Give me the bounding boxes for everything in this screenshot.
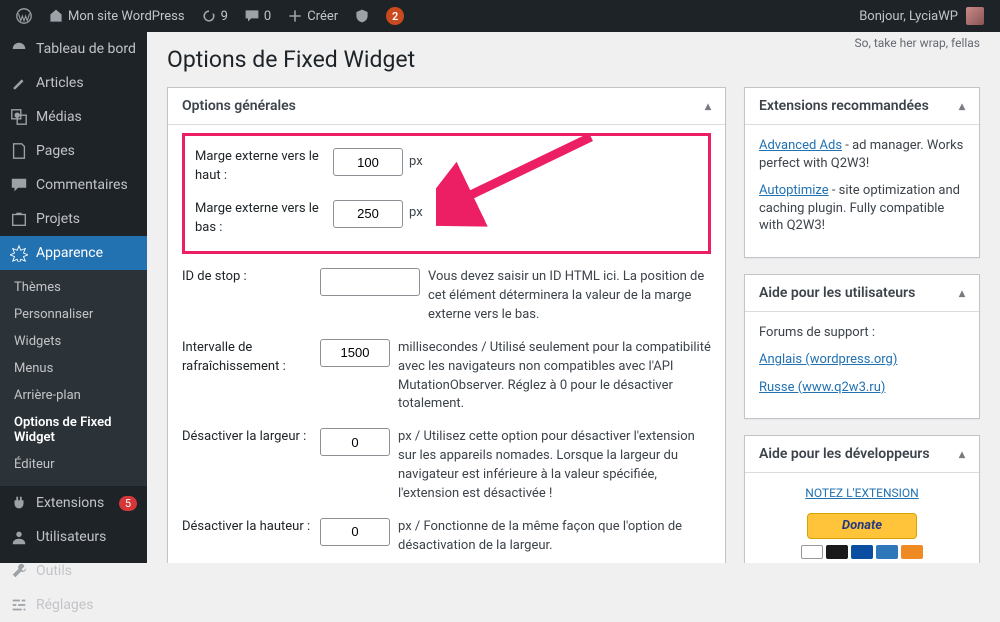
- desc-refresh-interval: millisecondes / Utilisé seulement pour l…: [398, 339, 711, 414]
- desc-stop-id: Vous devez saisir un ID HTML ici. La pos…: [428, 268, 711, 325]
- label-disable-width: Désactiver la largeur :: [182, 428, 312, 447]
- unit-px: px: [409, 153, 423, 172]
- menu-comments[interactable]: Commentaires: [0, 168, 147, 202]
- input-margin-bottom[interactable]: [333, 200, 403, 228]
- submenu-themes[interactable]: Thèmes: [0, 274, 147, 301]
- desc-disable-height: px / Fonctionne de la même façon que l'o…: [398, 518, 711, 556]
- menu-media[interactable]: Médias: [0, 100, 147, 134]
- desc-disable-width: px / Utilisez cette option pour désactiv…: [398, 428, 711, 503]
- menu-users[interactable]: Utilisateurs: [0, 520, 147, 554]
- menu-plugins[interactable]: Extensions5: [0, 486, 147, 520]
- link-advanced-ads[interactable]: Advanced Ads: [759, 138, 842, 153]
- link-rate-extension[interactable]: NOTEZ L'EXTENSION: [805, 486, 918, 500]
- submenu-customize[interactable]: Personnaliser: [0, 301, 147, 328]
- comments[interactable]: 0: [236, 0, 279, 32]
- link-autoptimize[interactable]: Autoptimize: [759, 183, 829, 198]
- box-general-options: Options générales▴ Marge externe vers le…: [167, 87, 726, 563]
- link-forum-en[interactable]: Anglais (wordpress.org): [759, 352, 897, 367]
- menu-settings[interactable]: Réglages: [0, 588, 147, 622]
- label-support-forums: Forums de support :: [759, 324, 965, 342]
- submenu-background[interactable]: Arrière-plan: [0, 382, 147, 409]
- box-recommended-header[interactable]: Extensions recommandées▴: [745, 88, 979, 125]
- wp-logo[interactable]: [8, 0, 40, 32]
- box-user-help-header[interactable]: Aide pour les utilisateurs▴: [745, 275, 979, 312]
- input-disable-height[interactable]: [320, 518, 390, 546]
- avatar: [966, 7, 984, 25]
- collapse-icon[interactable]: ▴: [705, 99, 711, 113]
- notifications[interactable]: 2: [378, 0, 412, 32]
- menu-pages[interactable]: Pages: [0, 134, 147, 168]
- new-content[interactable]: Créer: [279, 0, 346, 32]
- submenu-widgets[interactable]: Widgets: [0, 328, 147, 355]
- label-margin-bottom: Marge externe vers le bas :: [195, 200, 325, 238]
- input-disable-width[interactable]: [320, 428, 390, 456]
- admin-sidebar: Tableau de bord Articles Médias Pages Co…: [0, 32, 147, 563]
- input-refresh-interval[interactable]: [320, 339, 390, 367]
- site-name[interactable]: Mon site WordPress: [40, 0, 193, 32]
- box-dev-help: Aide pour les développeurs▴ NOTEZ L'EXTE…: [744, 435, 980, 563]
- donate-button[interactable]: Donate: [759, 513, 965, 559]
- label-stop-id: ID de stop :: [182, 268, 312, 287]
- submenu-fixed-widget[interactable]: Options de Fixed Widget: [0, 409, 147, 451]
- collapse-icon[interactable]: ▴: [959, 99, 965, 113]
- label-margin-top: Marge externe vers le haut :: [195, 148, 325, 186]
- menu-dashboard[interactable]: Tableau de bord: [0, 32, 147, 66]
- unit-px: px: [409, 204, 423, 223]
- box-recommended: Extensions recommandées▴ Advanced Ads - …: [744, 87, 980, 258]
- account-greeting[interactable]: Bonjour, LyciaWP: [851, 0, 992, 32]
- collapse-icon[interactable]: ▴: [959, 447, 965, 461]
- box-general-header[interactable]: Options générales▴: [168, 88, 725, 125]
- payment-cards-icon: [759, 545, 965, 559]
- tagline: So, take her wrap, fellas: [855, 36, 980, 50]
- updates[interactable]: 9: [193, 0, 236, 32]
- menu-appearance[interactable]: Apparence: [0, 236, 147, 270]
- menu-tools[interactable]: Outils: [0, 554, 147, 588]
- submenu-menus[interactable]: Menus: [0, 355, 147, 382]
- label-refresh-interval: Intervalle de rafraîchissement :: [182, 339, 312, 377]
- input-stop-id[interactable]: [320, 268, 420, 296]
- input-margin-top[interactable]: [333, 148, 403, 176]
- highlighted-margins: Marge externe vers le haut : px Marge ex…: [182, 133, 711, 254]
- submenu-appearance: Thèmes Personnaliser Widgets Menus Arriè…: [0, 270, 147, 486]
- menu-projects[interactable]: Projets: [0, 202, 147, 236]
- collapse-icon[interactable]: ▴: [959, 286, 965, 300]
- link-forum-ru[interactable]: Russe (www.q2w3.ru): [759, 380, 885, 395]
- box-user-help: Aide pour les utilisateurs▴ Forums de su…: [744, 274, 980, 420]
- submenu-editor[interactable]: Éditeur: [0, 451, 147, 478]
- shield-icon[interactable]: [346, 0, 378, 32]
- box-dev-help-header[interactable]: Aide pour les développeurs▴: [745, 436, 979, 473]
- label-disable-height: Désactiver la hauteur :: [182, 518, 312, 537]
- page-title: Options de Fixed Widget: [167, 46, 980, 73]
- menu-posts[interactable]: Articles: [0, 66, 147, 100]
